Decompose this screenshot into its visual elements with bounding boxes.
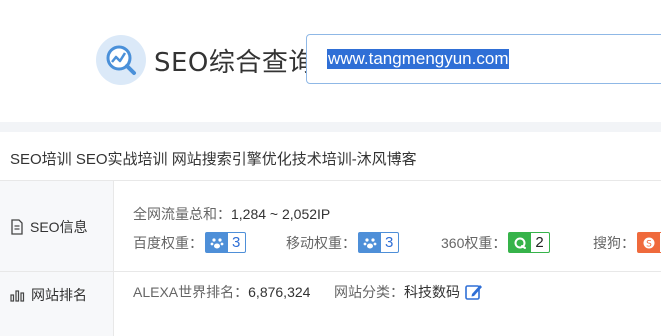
seo-query-logo-icon xyxy=(96,35,146,85)
search-input-value[interactable]: www.tangmengyun.com xyxy=(327,49,510,69)
ranking-label-text: 网站排名 xyxy=(31,287,87,303)
search-input[interactable]: www.tangmengyun.com xyxy=(306,34,661,84)
360-weight-value: 2 xyxy=(535,234,544,251)
baidu-weight-value: 3 xyxy=(232,234,241,251)
baidu-weight-badge[interactable]: 3 xyxy=(205,232,247,253)
category-label: 网站分类： xyxy=(334,284,404,300)
360-weight-label: 360权重： xyxy=(441,234,507,251)
brand-title: SEO综合查询 xyxy=(154,48,315,78)
edit-icon[interactable] xyxy=(464,282,484,302)
360-weight[interactable]: 360权重： 2 xyxy=(441,232,550,253)
sogou-weight-label: 搜狗： xyxy=(593,234,635,251)
mobile-weight-value: 3 xyxy=(385,234,394,251)
ranking-label: 网站排名 xyxy=(10,285,87,305)
360-weight-badge[interactable]: 2 xyxy=(508,232,550,253)
divider xyxy=(113,181,114,336)
traffic-value: 1,284 ~ 2,052IP xyxy=(231,206,331,222)
header: SEO综合查询 www.tangmengyun.com xyxy=(0,0,661,122)
mobile-weight-badge[interactable]: 3 xyxy=(358,232,400,253)
seo-info-label-text: SEO信息 xyxy=(30,219,88,235)
svg-text:S: S xyxy=(646,239,652,249)
site-category: 网站分类： 科技数码 xyxy=(334,282,484,302)
alexa-value: 6,876,324 xyxy=(248,284,311,300)
divider xyxy=(0,122,661,132)
baidu-paw-icon xyxy=(206,233,228,252)
mobile-weight-label: 移动权重： xyxy=(286,234,356,251)
sogou-weight[interactable]: 搜狗： S xyxy=(593,232,661,253)
baidu-paw-icon xyxy=(359,233,381,252)
baidu-weight-label: 百度权重： xyxy=(133,234,203,251)
alexa-label: ALEXA世界排名： xyxy=(133,284,249,300)
site-title: SEO培训 SEO实战培训 网站搜索引擎优化技术培训-沐风博客 xyxy=(10,151,417,168)
traffic-label: 全网流量总和： xyxy=(133,206,231,222)
mobile-weight[interactable]: 移动权重： 3 xyxy=(286,232,400,253)
bar-chart-icon xyxy=(10,290,25,302)
alexa-rank: ALEXA世界排名：6,876,324 xyxy=(133,282,310,302)
document-icon xyxy=(11,219,23,235)
baidu-weight[interactable]: 百度权重： 3 xyxy=(133,232,247,253)
category-value: 科技数码 xyxy=(404,284,460,300)
sogou-weight-badge[interactable]: S xyxy=(637,232,661,253)
sogou-icon: S xyxy=(638,233,660,252)
seo-info-label: SEO信息 xyxy=(10,217,88,237)
360-icon xyxy=(509,233,532,252)
traffic-info: 全网流量总和：1,284 ~ 2,052IP xyxy=(133,204,330,224)
